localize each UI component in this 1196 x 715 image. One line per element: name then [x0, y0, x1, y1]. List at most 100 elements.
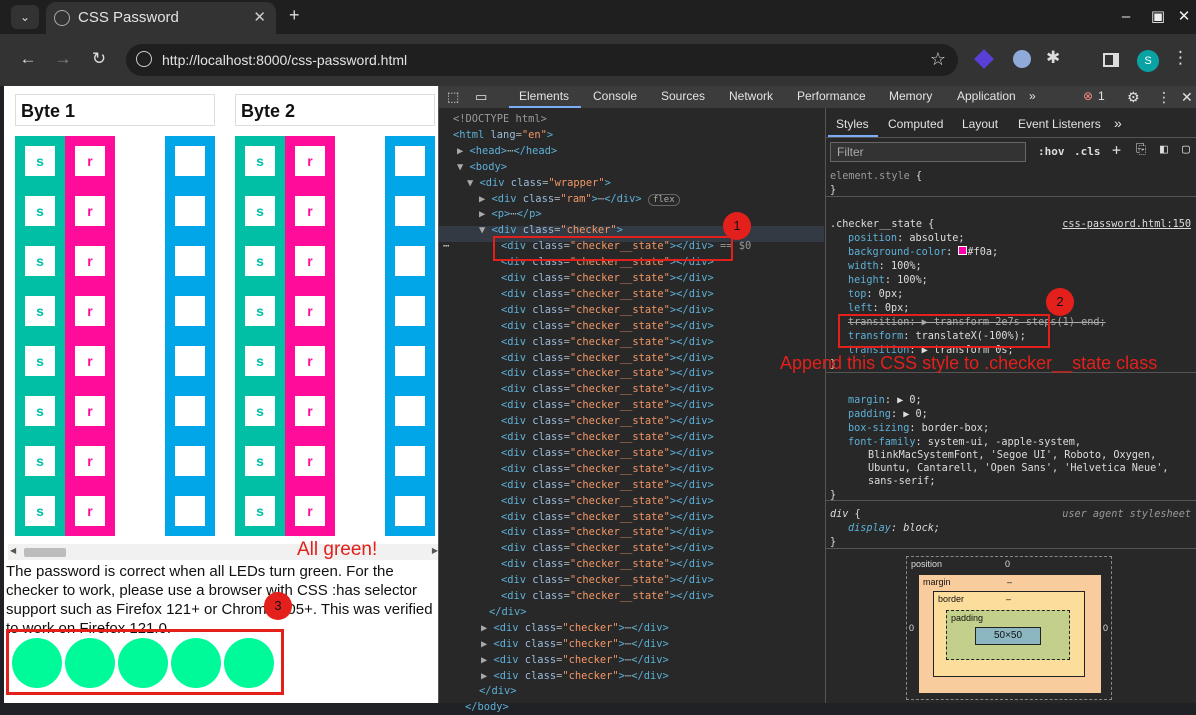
dom-node-row[interactable]: <div class="checker__state"></div> [501, 413, 714, 429]
dom-node-row[interactable]: <div class="checker__state"></div> [501, 318, 714, 334]
style-line[interactable]: BlinkMacSystemFont, 'Segoe UI', Roboto, … [868, 449, 1156, 463]
dom-node-row[interactable]: <div class="checker__state"></div> [501, 286, 714, 302]
tab-network[interactable]: Network [729, 89, 773, 103]
dom-node-row[interactable]: <!DOCTYPE html> [453, 111, 547, 127]
dom-node-row[interactable]: <div class="checker__state"></div> [501, 509, 714, 525]
tab-styles[interactable]: Styles [836, 117, 869, 131]
inspect-element-icon[interactable]: ⬚ [447, 89, 459, 105]
devtools-more-icon[interactable]: ⋮ [1157, 89, 1171, 106]
dom-node-row[interactable]: ▶ <div class="checker">⋯</div> [481, 668, 669, 684]
dom-node-row[interactable]: <div class="checker__state"></div> [501, 524, 714, 540]
more-subtabs-icon[interactable]: » [1114, 115, 1122, 131]
dom-node-row[interactable]: <html lang="en"> [453, 127, 553, 143]
hov-toggle[interactable]: :hov [1038, 145, 1065, 158]
tab-layout[interactable]: Layout [962, 117, 998, 131]
more-tabs-icon[interactable]: » [1029, 89, 1036, 103]
dom-node-row[interactable]: </div> [479, 683, 517, 699]
error-icon[interactable]: ⊗ [1083, 89, 1093, 103]
dom-node-row[interactable]: ▶ <head>⋯</head> [457, 143, 557, 159]
dom-node-row[interactable]: ▶ <div class="checker">⋯</div> [481, 652, 669, 668]
forward-button[interactable]: → [52, 49, 74, 69]
close-tab-icon[interactable]: ✕ [253, 8, 266, 26]
reload-button[interactable]: ↻ [88, 49, 110, 69]
dom-node-row[interactable]: ▶ <div class="checker">⋯</div> [481, 620, 669, 636]
dom-node-row[interactable]: <div class="checker__state"></div> [501, 302, 714, 318]
style-line[interactable]: display: block; [848, 522, 940, 536]
style-line[interactable]: Ubuntu, Cantarell, 'Open Sans', 'Helveti… [868, 462, 1169, 476]
bookmark-star-icon[interactable]: ☆ [930, 49, 946, 70]
style-line[interactable]: position: absolute; [848, 232, 965, 246]
style-line[interactable]: sans-serif; [868, 475, 935, 489]
style-line[interactable]: div { [830, 508, 861, 522]
computed-toggle-icon[interactable]: ◧ [1160, 142, 1168, 157]
tab-performance[interactable]: Performance [797, 89, 866, 103]
styles-filter-input[interactable]: Filter [830, 142, 1026, 162]
style-line[interactable]: margin: ▶ 0; [848, 394, 922, 408]
dom-node-row[interactable]: <div class="checker__state"></div> [501, 381, 714, 397]
tab-elements[interactable]: Elements [519, 89, 569, 103]
dom-node-row[interactable]: <div class="checker__state"></div> [501, 540, 714, 556]
dom-node-row[interactable]: ▶ <div class="checker">⋯</div> [481, 636, 669, 652]
style-line[interactable]: width: 100%; [848, 260, 922, 274]
dom-node-row[interactable]: ▶ <div class="ram">⋯</div> flex [479, 191, 680, 207]
dom-node-row[interactable]: <div class="checker__state"></div> [501, 461, 714, 477]
tab-search-button[interactable]: ⌄ [11, 5, 39, 29]
tab-console[interactable]: Console [593, 89, 637, 103]
dom-node-row[interactable]: ▼ <body> [457, 159, 507, 175]
extensions-puzzle-icon[interactable]: ✱ [1046, 48, 1060, 68]
toggle-sidebar-icon[interactable]: ▢ [1182, 142, 1190, 157]
dom-node-row[interactable]: </body> [465, 699, 509, 715]
scroll-left-arrow[interactable]: ◀ [10, 546, 16, 555]
dom-node-row[interactable]: ▼ <div class="wrapper"> [467, 175, 611, 191]
dom-node-row[interactable]: <div class="checker__state"></div> [501, 334, 714, 350]
extension-icon[interactable] [974, 49, 994, 69]
more-menu-icon[interactable]: ⋮ [1172, 48, 1189, 68]
dom-node-row[interactable]: <div class="checker__state"></div> [501, 397, 714, 413]
cls-toggle[interactable]: .cls [1074, 145, 1101, 158]
add-rule-icon[interactable]: + [1112, 141, 1121, 159]
dom-node-row[interactable]: <div class="checker__state"></div> [501, 270, 714, 286]
dom-node-row[interactable]: <div class="checker__state"></div> [501, 556, 714, 572]
style-line[interactable]: .checker__state { [830, 218, 934, 232]
close-devtools-icon[interactable]: ✕ [1181, 89, 1193, 106]
source-link[interactable]: css-password.html:150 [1062, 218, 1191, 232]
dom-node-row[interactable]: <div class="checker__state"></div> [501, 588, 714, 604]
profile-avatar[interactable]: S [1137, 50, 1159, 72]
style-line[interactable]: font-family: system-ui, -apple-system, [848, 436, 1081, 450]
new-tab-button[interactable]: + [289, 5, 300, 26]
dom-node-row[interactable]: <div class="checker__state"></div> [501, 477, 714, 493]
device-toolbar-icon[interactable]: ▭ [475, 89, 487, 105]
dom-node-row[interactable]: <div class="checker__state"></div> [501, 429, 714, 445]
minimize-button[interactable]: – [1114, 6, 1138, 28]
settings-gear-icon[interactable]: ⚙ [1127, 89, 1140, 106]
dom-node-row[interactable]: </div> [489, 604, 527, 620]
dom-node-row[interactable]: <div class="checker__state"></div> [501, 445, 714, 461]
row-ellipsis-icon[interactable]: ⋯ [443, 238, 449, 254]
dom-node-row[interactable]: <div class="checker__state"></div> [501, 350, 714, 366]
dom-node-row[interactable]: ▶ <p>⋯</p> [479, 206, 542, 222]
style-line[interactable]: element.style { [830, 170, 922, 184]
style-line[interactable]: top: 0px; [848, 288, 903, 302]
tab-memory[interactable]: Memory [889, 89, 932, 103]
dom-node-row[interactable]: <div class="checker__state"></div> [501, 572, 714, 588]
tab-event-listeners[interactable]: Event Listeners [1018, 117, 1101, 131]
style-line[interactable]: box-sizing: border-box; [848, 422, 989, 436]
dom-node-row[interactable]: <div class="checker__state"></div> [501, 365, 714, 381]
address-bar[interactable]: http://localhost:8000/css-password.html … [126, 44, 958, 76]
style-line[interactable]: height: 100%; [848, 274, 928, 288]
browser-tab[interactable]: CSS Password ✕ [46, 2, 276, 34]
dom-node-row[interactable]: <div class="checker__state"></div> [501, 493, 714, 509]
style-line[interactable]: padding: ▶ 0; [848, 408, 928, 422]
tab-application[interactable]: Application [957, 89, 1016, 103]
tab-computed[interactable]: Computed [888, 117, 943, 131]
site-info-icon[interactable] [136, 51, 152, 67]
scrollbar-thumb[interactable] [24, 548, 66, 557]
back-button[interactable]: ← [17, 49, 39, 69]
extension-icon-2[interactable] [1013, 50, 1031, 68]
maximize-button[interactable]: ▣ [1146, 6, 1170, 28]
close-window-button[interactable]: ✕ [1172, 6, 1196, 28]
side-panel-icon[interactable] [1103, 53, 1119, 67]
style-line[interactable]: background-color: #f0a; [848, 246, 998, 260]
paint-icon[interactable]: ⎘ [1136, 142, 1146, 157]
tab-sources[interactable]: Sources [661, 89, 705, 103]
